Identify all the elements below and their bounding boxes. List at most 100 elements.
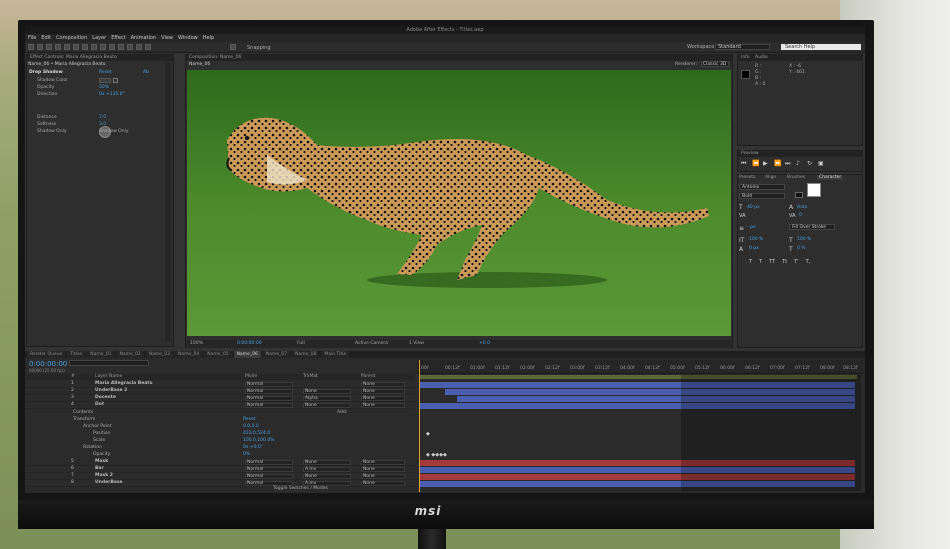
prop-position-value[interactable]: 433.0,524.0 bbox=[243, 431, 270, 436]
effect-name[interactable]: Drop Shadow bbox=[29, 70, 63, 75]
menu-layer[interactable]: Layer bbox=[92, 34, 106, 42]
camera-select[interactable]: Active Camera bbox=[355, 340, 388, 348]
faux-bold-button[interactable]: T bbox=[749, 259, 752, 265]
layer-row[interactable]: 8 UnderBase Normal A.Inv None bbox=[25, 480, 415, 487]
all-caps-button[interactable]: TT bbox=[769, 259, 775, 265]
layer-name[interactable]: UnderBase bbox=[95, 480, 123, 487]
keyframe-icon[interactable]: ◆ bbox=[426, 431, 430, 437]
shadow-color-swatch[interactable] bbox=[99, 78, 111, 83]
prop-rotation-value[interactable]: 0x +0.0° bbox=[243, 445, 263, 450]
effect-reset-link[interactable]: Reset bbox=[99, 70, 112, 75]
tab-align[interactable]: Align bbox=[765, 175, 776, 180]
menu-animation[interactable]: Animation bbox=[131, 34, 157, 42]
layer-parent-select[interactable]: None bbox=[361, 467, 405, 472]
keyframe-icon[interactable]: ◆ ◆◆◆◆ bbox=[426, 452, 447, 458]
stroke-width-value[interactable]: - px bbox=[747, 225, 756, 230]
tab-audio[interactable]: Audio bbox=[755, 55, 768, 60]
puppet-tool-icon[interactable] bbox=[145, 44, 151, 50]
layer-mode-select[interactable]: Normal bbox=[245, 403, 293, 408]
stroke-color-swatch[interactable] bbox=[795, 192, 803, 198]
tab-name-05[interactable]: Name_05 bbox=[204, 351, 232, 358]
first-frame-icon[interactable]: ⏮ bbox=[741, 160, 746, 168]
layer-parent-select[interactable]: None bbox=[361, 389, 405, 394]
layer-row[interactable]: 6 Bar Normal A.Inv None bbox=[25, 466, 415, 473]
layer-trkmat-select[interactable]: Alpha bbox=[303, 396, 351, 401]
layer-name[interactable]: Dot bbox=[95, 402, 104, 409]
last-frame-icon[interactable]: ⏭ bbox=[785, 160, 790, 168]
layer-name[interactable]: Docente bbox=[95, 395, 116, 402]
layer-row[interactable]: 7 Mask 2 Normal None None bbox=[25, 473, 415, 480]
eyedropper-icon[interactable] bbox=[113, 78, 118, 83]
eraser-tool-icon[interactable] bbox=[127, 44, 133, 50]
layer-row[interactable]: 3 Docente Normal Alpha None bbox=[25, 395, 415, 402]
layer-parent-select[interactable]: None bbox=[361, 481, 405, 486]
shadow-only-checkbox[interactable]: Shadow Only bbox=[99, 129, 129, 134]
brush-tool-icon[interactable] bbox=[109, 44, 115, 50]
composition-viewer[interactable] bbox=[187, 70, 731, 336]
faux-italic-button[interactable]: T bbox=[759, 259, 762, 265]
tab-render-queue[interactable]: Render Queue bbox=[27, 351, 66, 358]
menu-window[interactable]: Window bbox=[178, 34, 198, 42]
font-size-value[interactable]: 40 px bbox=[747, 205, 760, 210]
leading-value[interactable]: Auto bbox=[797, 205, 807, 210]
tab-info[interactable]: Info bbox=[741, 55, 750, 60]
view-layout-select[interactable]: 1 View bbox=[409, 340, 424, 348]
layer-name[interactable]: Bar bbox=[95, 466, 104, 473]
prev-frame-icon[interactable]: ⏪ bbox=[752, 160, 759, 167]
font-style-select[interactable]: Bold bbox=[739, 193, 785, 199]
layer-mode-select[interactable]: Normal bbox=[245, 460, 293, 465]
baseline-shift-value[interactable]: 0 px bbox=[749, 246, 759, 251]
layer-trkmat-select[interactable]: None bbox=[303, 389, 351, 394]
tab-name-02[interactable]: Name_02 bbox=[116, 351, 144, 358]
layer-parent-select[interactable]: None bbox=[361, 474, 405, 479]
layer-parent-select[interactable]: None bbox=[361, 403, 405, 408]
layer-name[interactable]: UnderBase 2 bbox=[95, 388, 127, 395]
current-time-indicator[interactable] bbox=[419, 360, 420, 492]
stroke-type-select[interactable]: Fill Over Stroke bbox=[789, 224, 835, 230]
tab-name-03[interactable]: Name_03 bbox=[145, 351, 174, 358]
tab-presets[interactable]: Presets bbox=[739, 175, 755, 180]
timeline-timecode[interactable]: 0:00:00:00 bbox=[29, 360, 67, 368]
prop-transform-reset[interactable]: Reset bbox=[243, 417, 256, 422]
distance-value[interactable]: 7.0 bbox=[99, 115, 106, 120]
opacity-value[interactable]: 50% bbox=[99, 85, 109, 90]
layer-parent-select[interactable]: None bbox=[361, 396, 405, 401]
menu-help[interactable]: Help bbox=[203, 34, 214, 42]
layer-row[interactable]: 5 Mask Normal None None bbox=[25, 459, 415, 466]
prop-transform[interactable]: Transform bbox=[73, 417, 95, 422]
snapping-checkbox[interactable] bbox=[230, 44, 236, 50]
clone-tool-icon[interactable] bbox=[118, 44, 124, 50]
layer-row[interactable]: 1 Maria Allegracia Beato Normal None bbox=[25, 381, 415, 388]
workspace-select[interactable]: Standard bbox=[715, 44, 770, 50]
tab-name-08[interactable]: Name_08 bbox=[292, 351, 320, 358]
menu-file[interactable]: File bbox=[28, 34, 36, 42]
small-caps-button[interactable]: Tt bbox=[782, 259, 787, 265]
prop-opacity-value[interactable]: 0% bbox=[243, 452, 250, 457]
menu-view[interactable]: View bbox=[161, 34, 173, 42]
next-frame-icon[interactable]: ⏩ bbox=[774, 160, 781, 167]
direction-value[interactable]: 0x +135.0° bbox=[99, 92, 125, 97]
hand-tool-icon[interactable] bbox=[37, 44, 43, 50]
rotate-tool-icon[interactable] bbox=[55, 44, 61, 50]
viewer-timecode[interactable]: 0:00:00:00 bbox=[237, 340, 262, 348]
layer-trkmat-select[interactable]: None bbox=[303, 403, 351, 408]
layer-mode-select[interactable]: Normal bbox=[245, 382, 293, 387]
exposure-value[interactable]: +0.0 bbox=[479, 340, 490, 348]
prop-contents[interactable]: Contents bbox=[73, 410, 93, 415]
effect-about-link[interactable]: Ab bbox=[143, 70, 149, 75]
tab-main-title[interactable]: Main Title bbox=[321, 351, 350, 358]
roto-brush-tool-icon[interactable] bbox=[136, 44, 142, 50]
layer-trkmat-select[interactable]: A.Inv bbox=[303, 467, 351, 472]
layer-name[interactable]: Mask bbox=[95, 459, 108, 466]
audio-icon[interactable]: ♪ bbox=[796, 160, 800, 167]
layer-name[interactable]: Mask 2 bbox=[95, 473, 113, 480]
composition-tab[interactable]: Composition: Name_06 bbox=[186, 55, 732, 61]
tsume-value[interactable]: 0 % bbox=[797, 246, 806, 251]
layer-row[interactable]: 2 UnderBase 2 Normal None None bbox=[25, 388, 415, 395]
menu-effect[interactable]: Effect bbox=[111, 34, 125, 42]
tab-name-04[interactable]: Name_04 bbox=[175, 351, 203, 358]
fill-color-swatch[interactable] bbox=[807, 183, 821, 197]
layer-search-input[interactable] bbox=[69, 360, 149, 366]
layer-parent-select[interactable]: None bbox=[361, 382, 405, 387]
layer-trkmat-select[interactable]: None bbox=[303, 474, 351, 479]
